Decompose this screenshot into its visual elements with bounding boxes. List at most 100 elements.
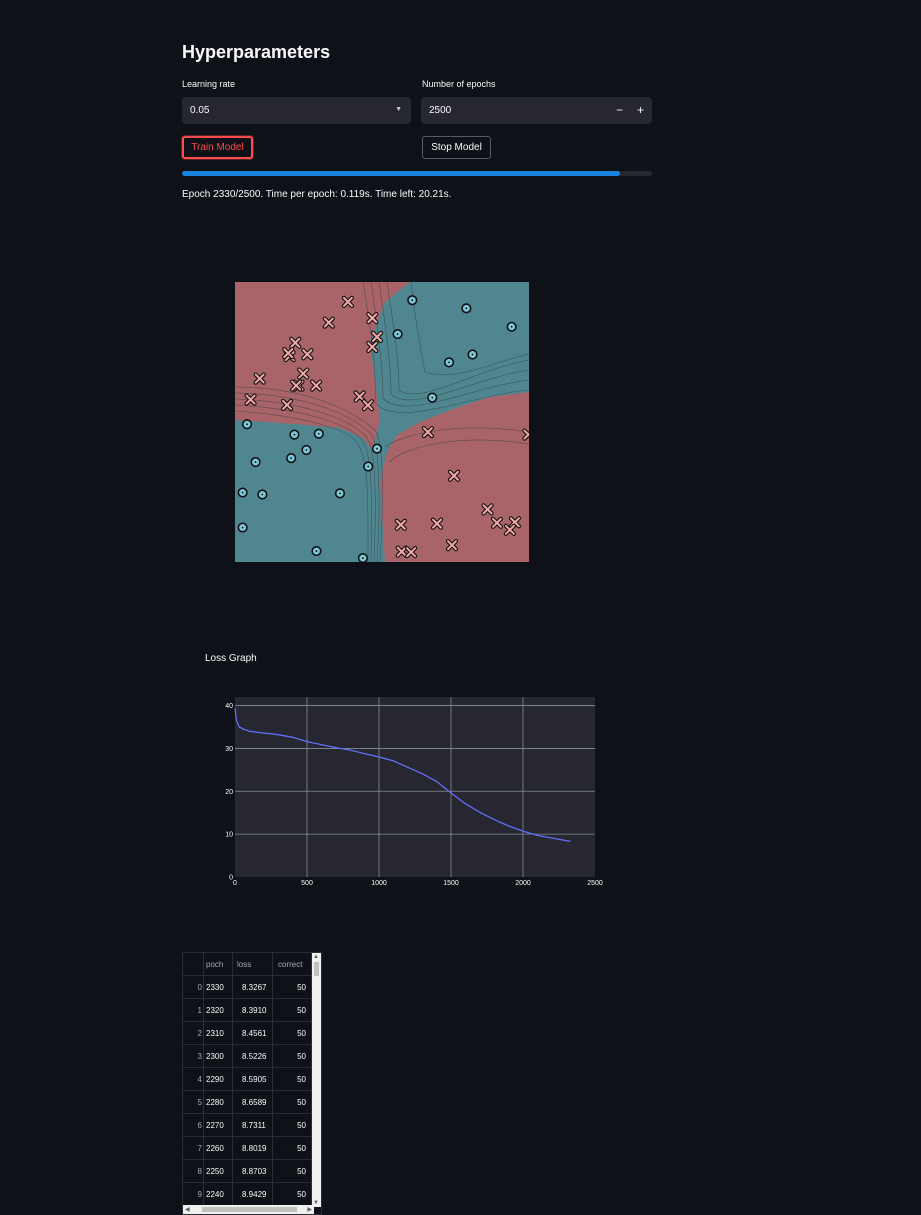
x-marker — [322, 316, 335, 329]
progress-bar-fill — [182, 171, 621, 176]
o-marker-center — [396, 333, 399, 335]
row-index: 2 — [197, 1029, 202, 1038]
stop-model-button[interactable]: Stop Model — [422, 136, 491, 159]
scroll-up-icon[interactable]: ▲ — [313, 954, 319, 960]
table-cell: 2270 — [206, 1121, 224, 1130]
loss-line-chart: 0 500 1000 1500 2000 2500 0 10 20 30 40 — [225, 697, 603, 887]
training-status-text: Epoch 2330/2500. Time per epoch: 0.119s.… — [182, 189, 452, 200]
scroll-left-icon[interactable]: ◀ — [185, 1206, 190, 1213]
x-marker — [430, 517, 444, 530]
x-marker — [370, 330, 384, 343]
row-index: 9 — [197, 1190, 202, 1199]
table-cell: 2330 — [206, 983, 224, 992]
table-cell: 50 — [297, 1144, 306, 1153]
x-marker — [244, 393, 257, 406]
epochs-number-input[interactable]: 2500 − + — [421, 97, 652, 124]
page-title: Hyperparameters — [182, 42, 331, 62]
o-marker-center — [241, 526, 244, 529]
x-tick-label: 2000 — [515, 880, 531, 887]
progress-bar — [182, 171, 652, 176]
x-marker — [503, 523, 516, 536]
o-marker-center — [290, 457, 293, 460]
row-index: 3 — [197, 1052, 202, 1061]
table-cell: 2310 — [206, 1029, 224, 1038]
scroll-right-icon[interactable]: ▶ — [307, 1206, 312, 1213]
increment-button[interactable]: + — [630, 97, 651, 124]
learning-rate-select[interactable]: 0.05 ▼ — [182, 97, 411, 124]
decrement-button[interactable]: − — [609, 97, 630, 124]
column-header: correct — [278, 960, 303, 969]
y-tick-label: 10 — [225, 832, 233, 839]
o-marker-center — [246, 423, 248, 426]
x-tick-label: 1500 — [443, 880, 459, 887]
x-marker — [341, 295, 354, 308]
x-marker — [310, 379, 323, 392]
x-marker — [280, 398, 294, 412]
x-marker — [481, 503, 494, 516]
table-cell: 2240 — [206, 1190, 224, 1199]
x-marker — [290, 379, 303, 392]
x-marker — [490, 516, 504, 529]
o-marker-center — [293, 433, 296, 436]
x-tick-label: 2500 — [587, 880, 603, 887]
row-index: 0 — [197, 983, 202, 992]
scrollbar-thumb[interactable] — [202, 1207, 297, 1212]
x-marker — [421, 425, 434, 439]
epochs-value[interactable]: 2500 — [429, 105, 451, 116]
row-index: 6 — [197, 1121, 202, 1130]
y-tick-label: 40 — [225, 703, 233, 710]
table-cell: 50 — [297, 1075, 306, 1084]
table-cell: 8.7311 — [242, 1121, 266, 1130]
table-cell: 8.9429 — [242, 1190, 267, 1199]
row-index: 7 — [197, 1144, 202, 1153]
o-marker-center — [465, 307, 468, 310]
o-marker-center — [367, 465, 370, 468]
decision-boundary-plot — [235, 282, 529, 562]
train-model-button[interactable]: Train Model — [182, 136, 253, 159]
scrollbar-thumb[interactable] — [314, 962, 319, 976]
table-cell: 2300 — [206, 1052, 224, 1061]
table-cell: 8.6589 — [242, 1098, 267, 1107]
x-marker — [282, 347, 295, 360]
table-cell: 50 — [297, 1190, 306, 1199]
table-cell: 2320 — [206, 1006, 224, 1015]
learning-rate-value: 0.05 — [190, 105, 210, 116]
o-marker-center — [471, 353, 474, 356]
o-marker-center — [411, 299, 414, 302]
column-header: poch — [206, 960, 224, 969]
horizontal-scrollbar[interactable]: ◀ ▶ — [183, 1205, 314, 1214]
x-tick-label: 1000 — [371, 880, 387, 887]
table-cell: 8.5905 — [242, 1075, 267, 1084]
epochs-label: Number of epochs — [422, 79, 496, 89]
row-index: 4 — [197, 1075, 202, 1084]
x-marker — [405, 546, 418, 559]
o-marker-center — [510, 325, 513, 328]
o-marker-center — [261, 493, 264, 496]
table-cell: 50 — [297, 1098, 306, 1107]
learning-rate-label: Learning rate — [182, 79, 236, 89]
o-marker-center — [361, 557, 364, 559]
o-marker-center — [305, 449, 308, 451]
table-cell: 2280 — [206, 1098, 224, 1107]
table-cell: 50 — [297, 1167, 306, 1176]
o-marker-center — [376, 447, 378, 450]
x-marker — [395, 545, 408, 558]
o-marker-center — [448, 361, 450, 364]
table-cell: 8.8019 — [242, 1144, 267, 1153]
vertical-scrollbar[interactable]: ▲ ▼ — [312, 953, 321, 1207]
o-marker-center — [241, 491, 244, 494]
o-marker-center — [254, 461, 257, 463]
table-cell: 8.8703 — [242, 1167, 267, 1176]
o-marker-center — [431, 396, 434, 399]
x-marker — [394, 518, 407, 531]
table-cell: 50 — [297, 1006, 306, 1015]
table-cell: 2250 — [206, 1167, 224, 1176]
loss-graph-title: Loss Graph — [205, 653, 257, 664]
x-marker — [366, 312, 379, 325]
row-index: 1 — [197, 1006, 202, 1015]
x-marker — [289, 336, 302, 349]
x-marker — [445, 539, 459, 552]
table-cell: 50 — [297, 1121, 306, 1130]
metrics-table[interactable]: poch loss correct 0 2330 8.3267 50 1 2320 8.3910 5… — [182, 952, 322, 1215]
x-marker — [253, 372, 266, 385]
